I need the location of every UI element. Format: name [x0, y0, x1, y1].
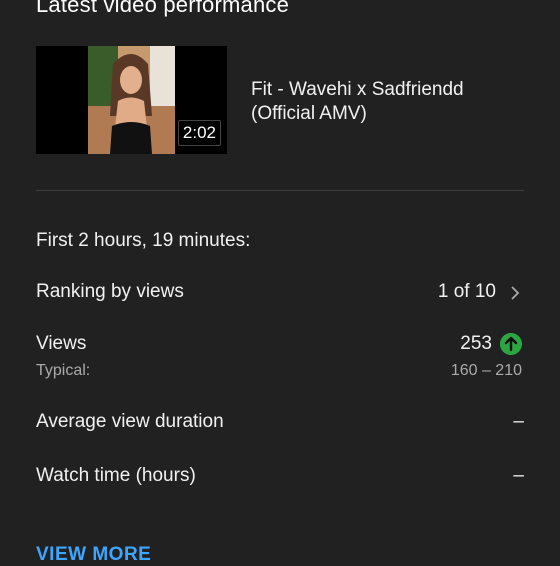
- typical-value: 160 – 210: [450, 362, 522, 379]
- chevron-right-icon[interactable]: [506, 283, 524, 303]
- views-row: Views 253 Typical: 160 – 210: [36, 333, 524, 385]
- watch-time-label: Watch time (hours): [36, 465, 196, 486]
- views-value: 253: [460, 333, 492, 354]
- video-duration-badge: 2:02: [177, 120, 221, 146]
- views-label: Views: [36, 333, 87, 354]
- average-view-duration-row: Average view duration –: [36, 411, 524, 437]
- ranking-row[interactable]: Ranking by views 1 of 10: [36, 281, 524, 307]
- ranking-value: 1 of 10: [437, 281, 496, 302]
- latest-video[interactable]: 2:02 Fit - Wavehi x Sadfriendd (Official…: [36, 46, 526, 154]
- ranking-label: Ranking by views: [36, 281, 184, 302]
- divider: [36, 190, 524, 191]
- view-more-button[interactable]: VIEW MORE: [36, 544, 151, 566]
- typical-label: Typical:: [36, 362, 91, 379]
- watch-time-row: Watch time (hours) –: [36, 465, 524, 491]
- video-title[interactable]: Fit - Wavehi x Sadfriendd (Official AMV): [251, 78, 521, 126]
- period-label: First 2 hours, 19 minutes:: [36, 230, 251, 251]
- avd-value: –: [513, 411, 524, 432]
- video-thumbnail[interactable]: 2:02: [36, 46, 227, 154]
- avd-label: Average view duration: [36, 411, 224, 432]
- card-title: Latest video performance: [36, 0, 290, 17]
- watch-time-value: –: [513, 465, 524, 486]
- thumbnail-image: [88, 46, 175, 154]
- arrow-up-circle-icon: [500, 333, 522, 355]
